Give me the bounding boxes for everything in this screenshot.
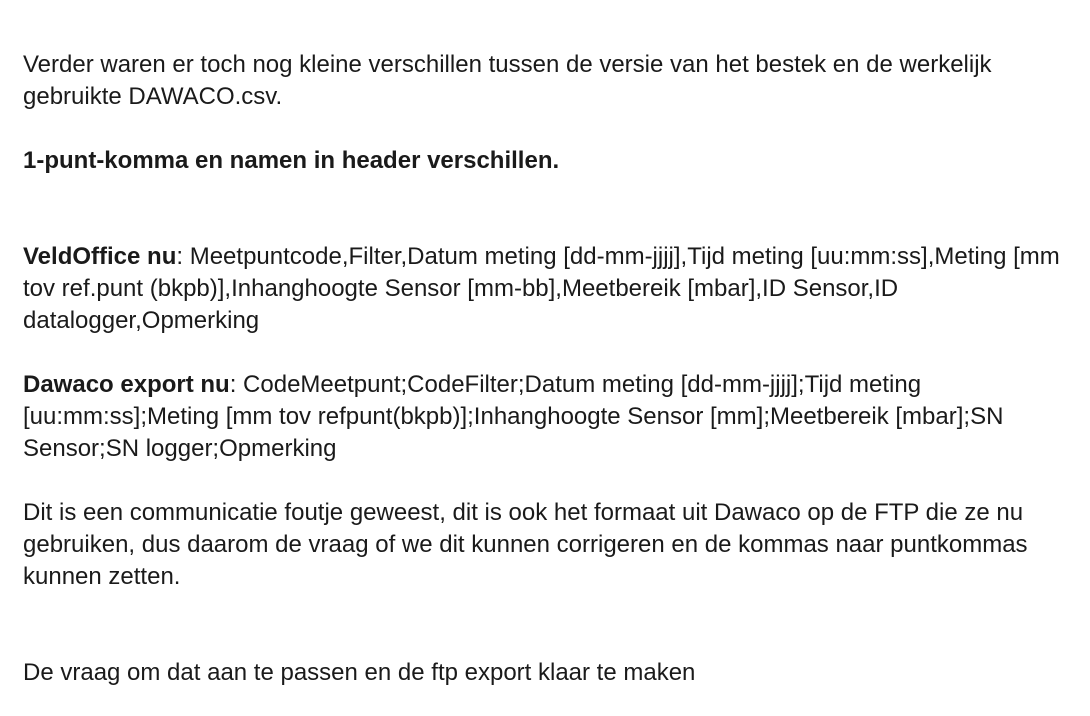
dawaco-label: Dawaco export nu xyxy=(23,371,230,398)
veldoffice-paragraph: VeldOffice nu: Meetpuntcode,Filter,Datum… xyxy=(23,241,1068,337)
closing-paragraph: De vraag om dat aan te passen en de ftp … xyxy=(23,659,696,686)
intro-paragraph: Verder waren er toch nog kleine verschil… xyxy=(23,51,992,110)
document-body: Verder waren er toch nog kleine verschil… xyxy=(23,49,1068,689)
dawaco-paragraph: Dawaco export nu: CodeMeetpunt;CodeFilte… xyxy=(23,369,1068,465)
section-heading: 1-punt-komma en namen in header verschil… xyxy=(23,147,560,174)
veldoffice-header-text: : Meetpuntcode,Filter,Datum meting [dd-m… xyxy=(23,243,1060,334)
explanation-paragraph: Dit is een communicatie foutje geweest, … xyxy=(23,499,1028,590)
veldoffice-label: VeldOffice nu xyxy=(23,243,177,270)
